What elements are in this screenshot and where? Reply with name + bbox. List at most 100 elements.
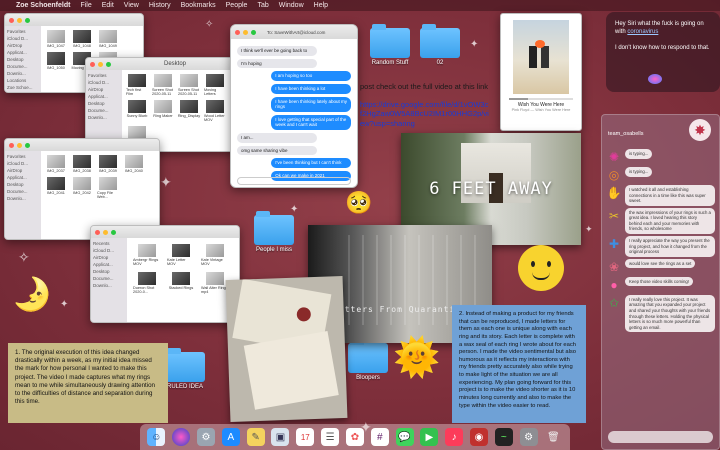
file-thumbnail[interactable]: Kate Letter MOV <box>167 244 195 266</box>
file-thumbnail[interactable]: IMG_1047 <box>45 30 67 48</box>
sidebar-item[interactable]: Downlo... <box>7 70 39 77</box>
menu-view[interactable]: View <box>124 2 139 9</box>
menu-edit[interactable]: Edit <box>102 2 114 9</box>
file-thumbnail[interactable]: Sunny Blurb <box>126 100 148 122</box>
sidebar-item[interactable]: Downlo... <box>93 282 125 289</box>
close-icon[interactable] <box>9 142 14 148</box>
file-thumbnail[interactable]: IMG_2038 <box>71 155 93 173</box>
menu-window[interactable]: Window <box>279 2 304 9</box>
sidebar-item[interactable]: iCloud D... <box>7 160 39 167</box>
sidebar-item[interactable]: AirDrop <box>88 86 120 93</box>
close-icon[interactable] <box>9 17 14 23</box>
recipient-field[interactable]: To: SaveWithArt@icloud.com <box>267 30 325 35</box>
album-art[interactable] <box>513 20 569 94</box>
app-store-icon[interactable]: A <box>221 428 240 446</box>
slack-app-icon[interactable]: # <box>370 428 389 446</box>
folder-people-i-miss[interactable]: People I miss <box>254 211 294 253</box>
sidebar-item[interactable]: Applicat... <box>7 174 39 181</box>
sidebar-item[interactable]: Desktop <box>93 268 125 275</box>
calendar-app-icon[interactable]: 17 <box>296 428 315 446</box>
sidebar-item[interactable]: Applicat... <box>7 49 39 56</box>
sidebar-item[interactable]: Docume... <box>7 63 39 70</box>
sidebar-item[interactable]: iCloud D... <box>88 79 120 86</box>
folder-ruled-idea[interactable]: RULED IDEA <box>165 348 205 390</box>
file-thumbnail[interactable]: IMG_2041 <box>45 177 67 199</box>
finder-app-icon[interactable]: ☺ <box>147 428 166 446</box>
preview-app-icon[interactable]: ▣ <box>271 428 290 446</box>
sidebar-item[interactable]: Recents <box>93 240 125 247</box>
finder-titlebar[interactable] <box>5 14 143 26</box>
photo-letters[interactable] <box>225 276 348 422</box>
zoom-icon[interactable] <box>106 61 111 67</box>
sidebar-item[interactable]: AirDrop <box>7 42 39 49</box>
file-thumbnail[interactable]: IMG_1049 <box>97 30 119 48</box>
sidebar-item[interactable]: AirDrop <box>93 254 125 261</box>
file-thumbnail[interactable]: Moving Letters <box>204 74 226 96</box>
sidebar-item[interactable]: Desktop <box>7 181 39 188</box>
siri-app-icon[interactable] <box>172 428 191 446</box>
sidebar-item[interactable]: Zoe Schoe... <box>7 84 39 91</box>
playback-progress[interactable] <box>509 98 573 100</box>
minimize-icon[interactable] <box>17 17 22 23</box>
zoom-icon[interactable] <box>111 229 116 235</box>
file-thumbnail[interactable]: Tech first Film <box>126 74 148 96</box>
file-thumbnail[interactable]: Kate Vintage MOV <box>201 244 229 266</box>
file-thumbnail[interactable]: Dueron Shot 2020-0... <box>133 272 161 294</box>
trash-icon[interactable]: 🗑 <box>544 428 562 446</box>
menu-history[interactable]: History <box>149 2 171 9</box>
minimize-icon[interactable] <box>17 142 22 148</box>
video-link[interactable]: https://drive.google.com/file/d/1vOW3cf2… <box>360 100 490 129</box>
sidebar-item[interactable]: Downlo... <box>88 114 120 121</box>
zoom-icon[interactable] <box>25 142 30 148</box>
menu-bookmarks[interactable]: Bookmarks <box>181 2 216 9</box>
file-thumbnail[interactable]: Stacked Rings <box>167 272 195 294</box>
zoom-icon[interactable] <box>251 29 256 35</box>
finder-titlebar[interactable] <box>5 139 159 151</box>
facetime-app-icon[interactable]: ▶ <box>420 428 439 446</box>
close-icon[interactable] <box>235 29 240 35</box>
sidebar-item[interactable]: AirDrop <box>7 167 39 174</box>
minimize-icon[interactable] <box>98 61 103 67</box>
launchpad-app-icon[interactable]: ⚙ <box>197 428 216 446</box>
file-thumbnail[interactable]: Wood Letter MOV <box>204 100 226 122</box>
chat-input[interactable] <box>608 431 713 443</box>
file-thumbnail[interactable]: Screen Shot 2020-05-11 <box>178 74 200 96</box>
file-thumbnail[interactable]: Copy File Web... <box>97 177 119 199</box>
activity-monitor-icon[interactable]: ~ <box>494 428 513 446</box>
sidebar-item[interactable]: iCloud D... <box>7 35 39 42</box>
file-thumbnail[interactable]: IMG_2042 <box>71 177 93 199</box>
file-thumbnail[interactable]: IMG_1050 <box>45 52 67 74</box>
siri-orb-icon[interactable] <box>648 74 662 84</box>
photos-app-icon[interactable]: ✿ <box>345 428 364 446</box>
menu-people[interactable]: People <box>226 2 248 9</box>
file-thumbnail[interactable]: Ring_Display <box>178 100 200 122</box>
system-settings-icon[interactable]: ⚙ <box>519 428 538 446</box>
photo-booth-app-icon[interactable]: ◉ <box>469 428 488 446</box>
sidebar-item[interactable]: Desktop <box>7 56 39 63</box>
folder-02[interactable]: 02 <box>420 24 460 66</box>
sidebar-item[interactable]: Downlo... <box>7 195 39 202</box>
minimize-icon[interactable] <box>243 29 248 35</box>
sidebar-item[interactable]: Docume... <box>93 275 125 282</box>
menu-tab[interactable]: Tab <box>257 2 268 9</box>
close-icon[interactable] <box>95 229 100 235</box>
reminders-app-icon[interactable]: ☰ <box>321 428 340 446</box>
music-app-icon[interactable]: ♪ <box>445 428 464 446</box>
menu-file[interactable]: File <box>80 2 91 9</box>
notes-app-icon[interactable]: ✎ <box>246 428 265 446</box>
file-thumbnail[interactable]: IMG_1048 <box>71 30 93 48</box>
file-thumbnail[interactable]: Ambergr Rings MOV <box>133 244 161 266</box>
folder-bloopers[interactable]: Bloopers <box>348 339 388 381</box>
message-input[interactable] <box>237 177 351 185</box>
finder-titlebar[interactable]: Desktop <box>86 58 244 70</box>
sidebar-item[interactable]: Docume... <box>88 107 120 114</box>
sidebar-item[interactable]: iCloud D... <box>93 247 125 254</box>
file-thumbnail[interactable]: IMG_2040 <box>123 155 145 173</box>
menu-help[interactable]: Help <box>314 2 328 9</box>
zoom-icon[interactable] <box>25 17 30 23</box>
sidebar-item[interactable]: Desktop <box>88 100 120 107</box>
folder-random-stuff[interactable]: Random Stuff <box>370 24 410 66</box>
minimize-icon[interactable] <box>103 229 108 235</box>
file-thumbnail[interactable]: Ring Maker <box>152 100 174 122</box>
sidebar-item[interactable]: Docume... <box>7 188 39 195</box>
